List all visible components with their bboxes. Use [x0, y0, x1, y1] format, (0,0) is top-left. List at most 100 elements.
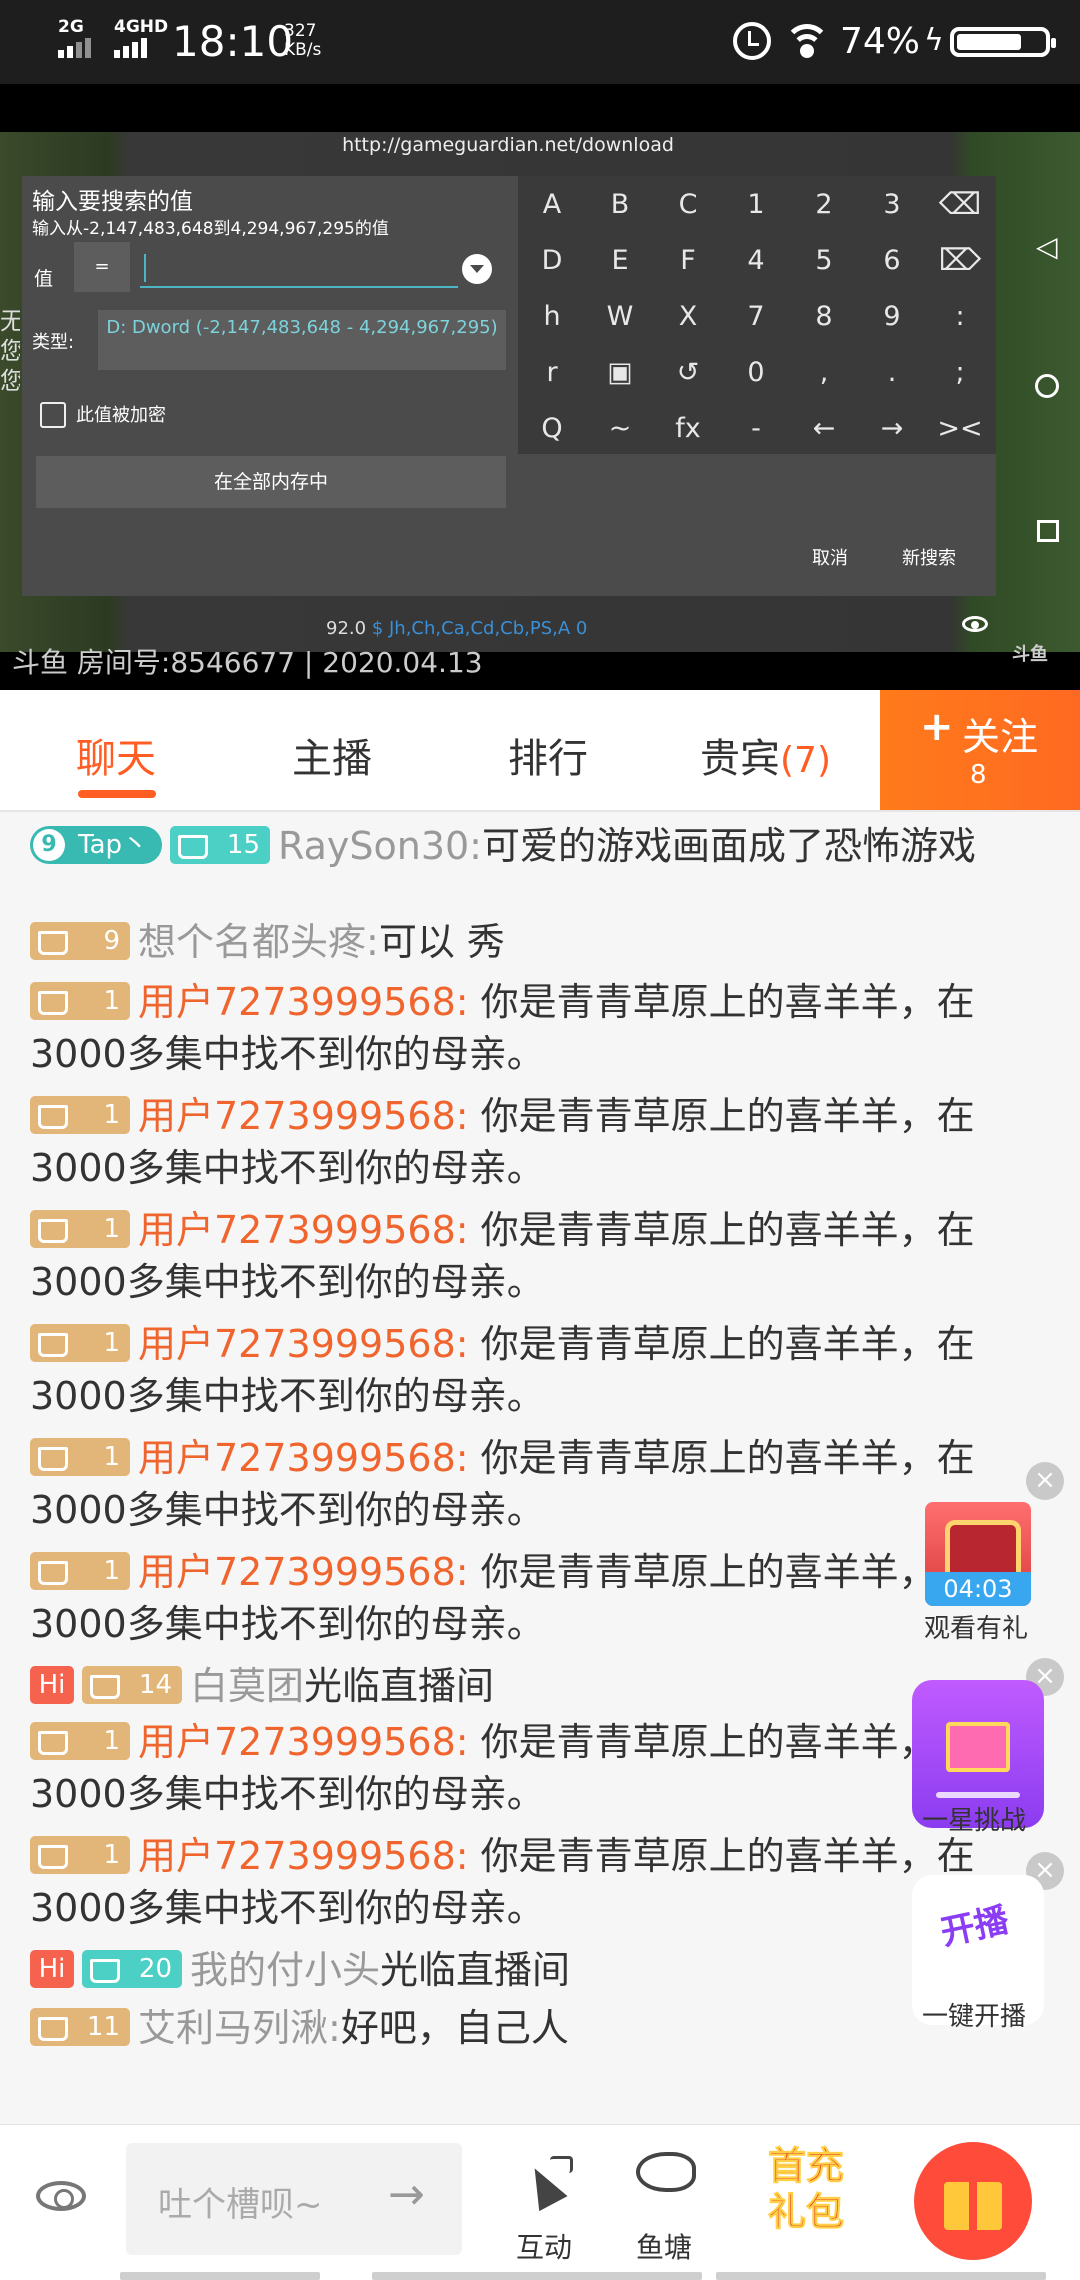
promo-line-1: 首充 — [767, 2144, 845, 2188]
key-0-3[interactable]: 1 — [722, 178, 790, 232]
download-url: http://gameguardian.net/download — [342, 134, 674, 156]
key-2-3[interactable]: 7 — [722, 290, 790, 344]
key-3-6[interactable]: ; — [926, 346, 994, 400]
eye-icon[interactable] — [36, 2181, 86, 2211]
douyu-logo: 斗鱼 — [1012, 644, 1048, 665]
chat-nickname[interactable]: 用户7273999568: — [138, 1208, 469, 1252]
key-4-3[interactable]: - — [722, 402, 790, 456]
key-3-4[interactable]: , — [790, 346, 858, 400]
gift-icon[interactable] — [914, 2142, 1032, 2260]
tab-vip[interactable]: 贵宾(7) — [700, 726, 831, 784]
chest-timer: 04:03 — [925, 1572, 1031, 1606]
key-3-3[interactable]: 0 — [722, 346, 790, 400]
new-search-button[interactable]: 新搜索 — [902, 544, 956, 570]
chat-nickname[interactable]: RaySon30: — [278, 824, 482, 868]
chat-message[interactable]: 1 用户7273999568: 你是青青草原上的喜羊羊，在3000多集中找不到你的… — [30, 976, 1060, 1080]
chat-text: 光临直播间 — [304, 1664, 495, 1708]
equals-button[interactable]: = — [74, 242, 130, 292]
close-chest-icon[interactable]: × — [1026, 1462, 1064, 1500]
tab-chat[interactable]: 聊天 — [76, 726, 156, 784]
key-3-5[interactable]: . — [858, 346, 926, 400]
home-circle-icon[interactable] — [1035, 374, 1059, 398]
badge-text: 1 — [103, 1555, 120, 1586]
key-4-6[interactable]: >< — [926, 402, 994, 456]
eye-icon[interactable] — [962, 616, 988, 632]
chat-message[interactable]: Hi 20 我的付小头光临直播间 — [30, 1944, 1060, 1996]
chat-nickname[interactable]: 用户7273999568: — [138, 980, 469, 1024]
key-2-0[interactable]: h — [518, 290, 586, 344]
key-1-0[interactable]: D — [518, 234, 586, 288]
key-1-5[interactable]: 6 — [858, 234, 926, 288]
key-3-1[interactable]: ▣ — [586, 346, 654, 400]
key-3-2[interactable]: ↺ — [654, 346, 722, 400]
key-0-1[interactable]: B — [586, 178, 654, 232]
key-1-4[interactable]: 5 — [790, 234, 858, 288]
chat-nickname[interactable]: 艾利马列湫: — [138, 2006, 341, 2050]
back-triangle-icon[interactable]: ◁ — [1036, 230, 1058, 263]
key-1-2[interactable]: F — [654, 234, 722, 288]
danmaku-input[interactable]: 吐个槽呗~ → — [126, 2143, 462, 2255]
chat-message[interactable]: 9 想个名都头疼:可以 秀 — [30, 916, 1060, 968]
chat-message[interactable]: 9 Tap丶 15 RaySon30:可爱的游戏画面成了恐怖游戏 — [30, 820, 1060, 872]
memory-range-button[interactable]: 在全部内存中 — [36, 456, 506, 508]
key-2-1[interactable]: W — [586, 290, 654, 344]
value-input[interactable] — [140, 248, 458, 288]
cancel-button[interactable]: 取消 — [812, 544, 848, 570]
chat-nickname[interactable]: 白莫团 — [190, 1664, 304, 1708]
chat-message[interactable]: 11 艾利马列湫:好吧，自己人 — [30, 2002, 1060, 2054]
chat-nickname[interactable]: 用户7273999568: — [138, 1550, 469, 1594]
send-arrow-icon[interactable]: → — [388, 2169, 425, 2220]
chat-message[interactable]: 1 用户7273999568: 你是青青草原上的喜羊羊，在3000多集中找不到你的… — [30, 1830, 1060, 1934]
chat-nickname[interactable]: 用户7273999568: — [138, 1834, 469, 1878]
chat-message[interactable]: 1 用户7273999568: 你是青青草原上的喜羊羊，在3000多集中找不到你的… — [30, 1204, 1060, 1308]
battery-percent: 74% — [840, 21, 921, 62]
dialog-title: 输入要搜索的值 — [32, 189, 193, 215]
chat-message[interactable]: 1 用户7273999568: 你是青青草原上的喜羊羊，在3000多集中找不到你的… — [30, 1716, 1060, 1820]
badge-text: Hi — [38, 1953, 66, 1984]
key-2-6[interactable]: : — [926, 290, 994, 344]
chat-nickname[interactable]: 用户7273999568: — [138, 1322, 469, 1366]
key-4-5[interactable]: → — [858, 402, 926, 456]
chat-nickname[interactable]: 用户7273999568: — [138, 1436, 469, 1480]
key-1-1[interactable]: E — [586, 234, 654, 288]
key-2-4[interactable]: 8 — [790, 290, 858, 344]
key-4-4[interactable]: ← — [790, 402, 858, 456]
follow-button[interactable]: + 关注 8 — [880, 690, 1080, 810]
chat-message[interactable]: Hi 14 白莫团光临直播间 — [30, 1660, 1060, 1712]
chat-nickname[interactable]: 用户7273999568: — [138, 1720, 469, 1764]
key-0-4[interactable]: 2 — [790, 178, 858, 232]
chat-text: 好吧，自己人 — [340, 2006, 569, 2050]
key-1-6[interactable]: ⌦ — [926, 234, 994, 288]
key-4-1[interactable]: ~ — [586, 402, 654, 456]
chat-nickname[interactable]: 我的付小头 — [190, 1948, 380, 1992]
chat-nickname[interactable]: 用户7273999568: — [138, 1094, 469, 1138]
key-0-0[interactable]: A — [518, 178, 586, 232]
key-0-2[interactable]: C — [654, 178, 722, 232]
chat-message[interactable]: 1 用户7273999568: 你是青青草原上的喜羊羊，在3000多集中找不到你的… — [30, 1318, 1060, 1422]
chat-message[interactable]: 1 用户7273999568: 你是青青草原上的喜羊羊，在3000多集中找不到你的… — [30, 1090, 1060, 1194]
encrypted-checkbox[interactable] — [40, 402, 66, 428]
key-0-6[interactable]: ⌫ — [926, 178, 994, 232]
video-player[interactable]: 无您您 http://gameguardian.net/download 输入要… — [0, 84, 1080, 690]
fishpond-label[interactable]: 鱼塘 — [636, 2226, 692, 2266]
party-popper-icon[interactable] — [514, 2150, 574, 2210]
tab-ranking[interactable]: 排行 — [508, 726, 588, 784]
history-dropdown-icon[interactable] — [462, 254, 492, 284]
key-2-2[interactable]: X — [654, 290, 722, 344]
key-3-0[interactable]: r — [518, 346, 586, 400]
key-2-5[interactable]: 9 — [858, 290, 926, 344]
fish-icon[interactable] — [636, 2152, 696, 2192]
side-text: 无您您 — [0, 307, 20, 395]
first-recharge-gift-button[interactable]: 首充 礼包 — [748, 2142, 866, 2262]
key-4-0[interactable]: Q — [518, 402, 586, 456]
key-1-3[interactable]: 4 — [722, 234, 790, 288]
chat-message[interactable]: 1 用户7273999568: 你是青青草原上的喜羊羊，在3000多集中找不到你的… — [30, 1432, 1060, 1536]
key-4-2[interactable]: fx — [654, 402, 722, 456]
interact-label[interactable]: 互动 — [516, 2226, 572, 2266]
key-0-5[interactable]: 3 — [858, 178, 926, 232]
type-select[interactable]: D: Dword (-2,147,483,648 - 4,294,967,295… — [98, 310, 506, 370]
chat-message[interactable]: 1 用户7273999568: 你是青青草原上的喜羊羊，在3000多集中找不到你的… — [30, 1546, 1060, 1650]
tab-streamer[interactable]: 主播 — [292, 726, 372, 784]
recents-square-icon[interactable] — [1037, 520, 1059, 542]
chat-nickname[interactable]: 想个名都头疼: — [138, 920, 379, 964]
